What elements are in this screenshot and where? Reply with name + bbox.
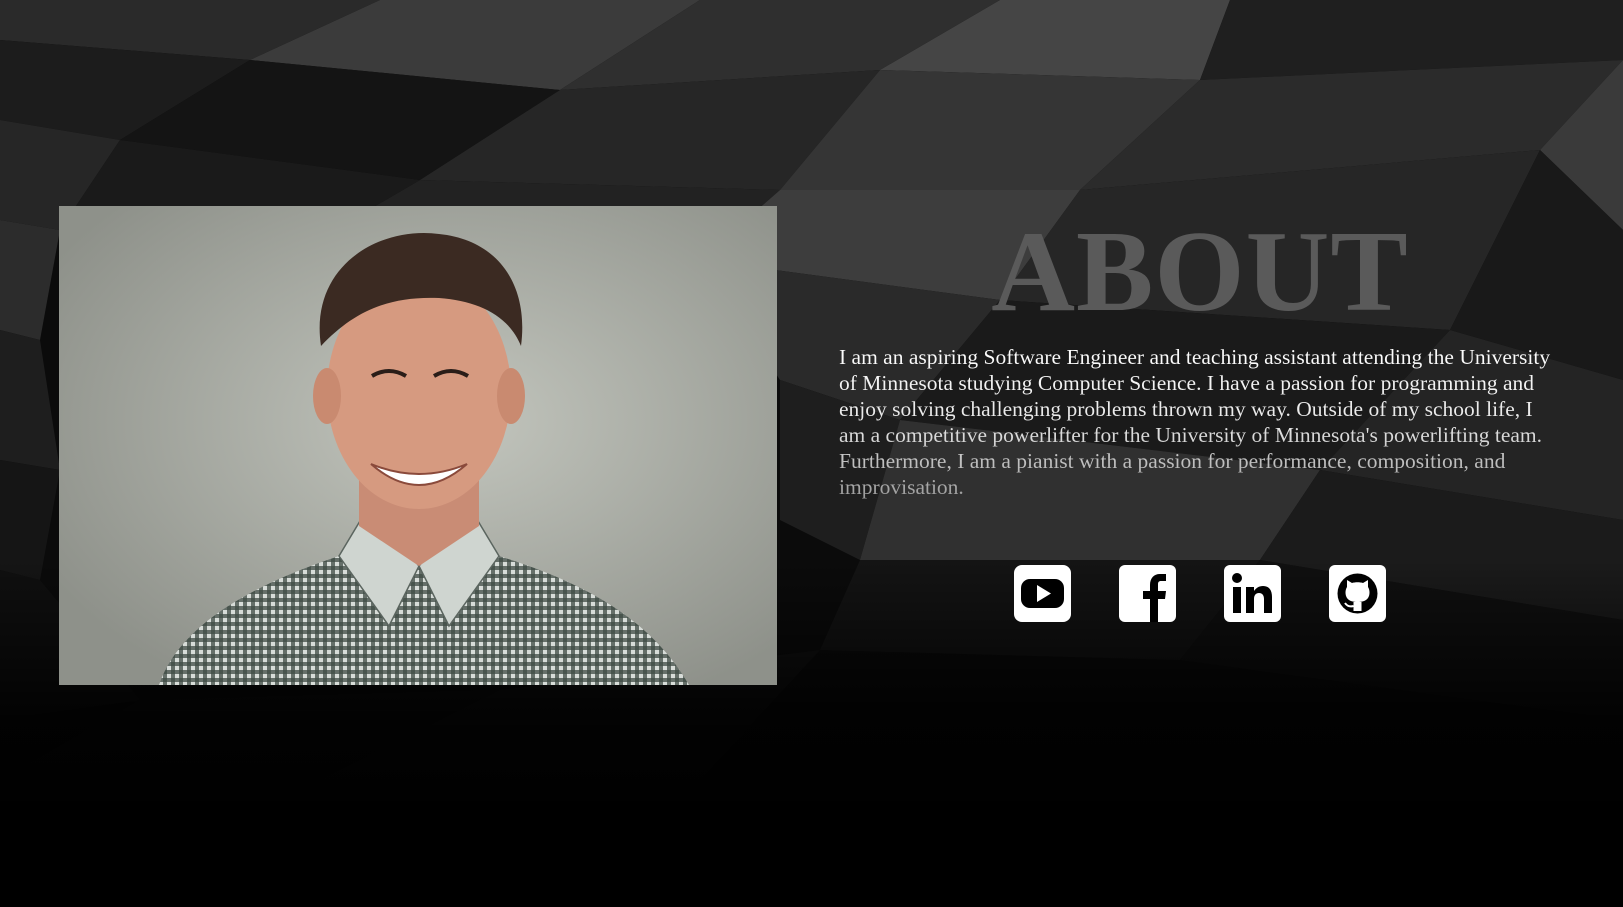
youtube-icon xyxy=(1014,565,1071,622)
linkedin-link[interactable] xyxy=(1224,565,1281,622)
github-icon xyxy=(1329,565,1386,622)
youtube-link[interactable] xyxy=(1014,565,1071,622)
about-page: ABOUT I am an aspiring Software Engineer… xyxy=(0,0,1623,907)
portrait-illustration xyxy=(59,206,777,685)
linkedin-icon xyxy=(1224,565,1281,622)
about-title: ABOUT xyxy=(991,208,1409,336)
facebook-icon xyxy=(1119,565,1176,622)
facebook-link[interactable] xyxy=(1119,565,1176,622)
about-description: I am an aspiring Software Engineer and t… xyxy=(839,344,1559,500)
github-link[interactable] xyxy=(1329,565,1386,622)
social-links xyxy=(1014,565,1386,622)
portrait-photo xyxy=(59,206,777,685)
